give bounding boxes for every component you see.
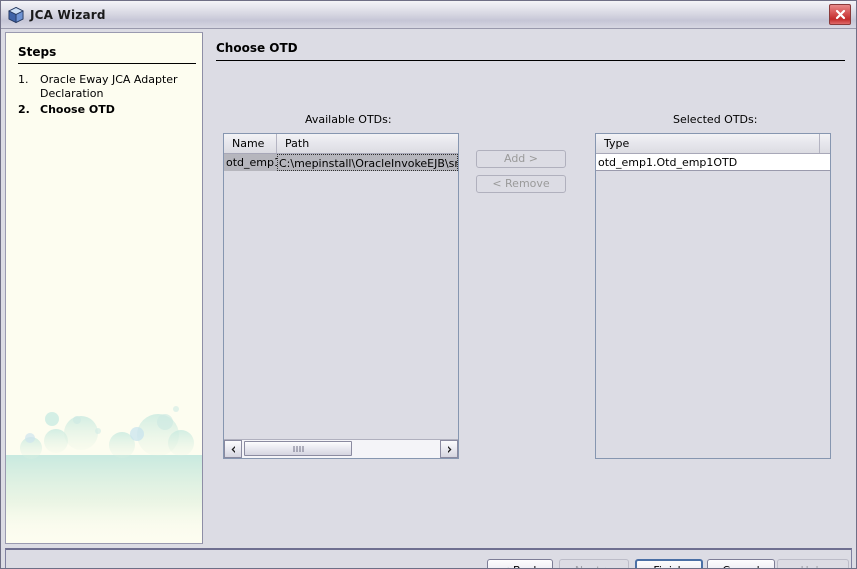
step-label: Oracle Eway JCA Adapter Declaration bbox=[40, 73, 178, 100]
cell-path[interactable]: C:\mepinstall\OracleInvokeEJB\src\ja bbox=[277, 154, 458, 171]
back-button[interactable]: < Back bbox=[487, 559, 553, 568]
selected-otds-table[interactable]: Type otd_emp1.Otd_emp1OTD bbox=[595, 133, 831, 459]
step-item-2: 2. Choose OTD bbox=[18, 103, 196, 117]
jca-wizard-window: JCA Wizard Steps 1. Oracle Eway JCA Adap… bbox=[0, 0, 857, 569]
step-label: Choose OTD bbox=[40, 103, 115, 116]
cell-name[interactable]: otd_emp1 bbox=[224, 154, 277, 171]
page-title: Choose OTD bbox=[216, 41, 298, 55]
title-bar: JCA Wizard bbox=[1, 1, 856, 29]
chevron-right-glyph bbox=[447, 445, 451, 453]
scrollbar-track[interactable] bbox=[242, 440, 440, 458]
column-header-type[interactable]: Type bbox=[596, 134, 820, 153]
column-header-path[interactable]: Path bbox=[277, 134, 458, 153]
steps-divider bbox=[18, 63, 196, 64]
scrollbar-thumb[interactable] bbox=[244, 441, 352, 456]
chevron-left-icon[interactable] bbox=[224, 440, 242, 458]
page-title-divider bbox=[216, 60, 845, 61]
available-otds-table[interactable]: Name Path otd_emp1 C:\mepinstall\OracleI… bbox=[223, 133, 459, 459]
cancel-button[interactable]: Cancel bbox=[707, 559, 775, 568]
close-glyph bbox=[835, 9, 845, 20]
step-number: 1. bbox=[18, 73, 29, 86]
horizontal-scrollbar[interactable] bbox=[224, 439, 458, 458]
chevron-right-icon[interactable] bbox=[440, 440, 458, 458]
column-header-spacer bbox=[820, 134, 830, 153]
available-otds-label: Available OTDs: bbox=[305, 113, 392, 126]
steps-list: 1. Oracle Eway JCA Adapter Declaration 2… bbox=[18, 73, 196, 119]
cube-icon bbox=[8, 6, 24, 23]
chevron-left-glyph bbox=[231, 445, 235, 453]
decorative-bubbles-graphic bbox=[6, 406, 202, 543]
dialog-button-bar: < Back Next > Finish Cancel Help bbox=[5, 548, 852, 568]
finish-button[interactable]: Finish bbox=[635, 559, 703, 568]
close-icon[interactable] bbox=[829, 4, 851, 25]
remove-button[interactable]: < Remove bbox=[476, 175, 566, 193]
content-panel: Choose OTD Available OTDs: Selected OTDs… bbox=[205, 32, 852, 544]
help-button[interactable]: Help bbox=[777, 559, 849, 568]
table-empty-area bbox=[224, 171, 458, 438]
selected-list-item[interactable]: otd_emp1.Otd_emp1OTD bbox=[596, 154, 830, 171]
dialog-body: Steps 1. Oracle Eway JCA Adapter Declara… bbox=[1, 29, 856, 568]
add-button[interactable]: Add > bbox=[476, 150, 566, 168]
step-item-1: 1. Oracle Eway JCA Adapter Declaration bbox=[18, 73, 196, 101]
table-row[interactable]: otd_emp1 C:\mepinstall\OracleInvokeEJB\s… bbox=[224, 154, 458, 171]
steps-panel: Steps 1. Oracle Eway JCA Adapter Declara… bbox=[5, 32, 203, 544]
table-header-row: Name Path bbox=[224, 134, 458, 154]
grip-icon bbox=[293, 445, 304, 452]
next-button[interactable]: Next > bbox=[559, 559, 629, 568]
steps-heading: Steps bbox=[18, 45, 57, 59]
column-header-name[interactable]: Name bbox=[224, 134, 277, 153]
selected-header-row: Type bbox=[596, 134, 830, 154]
selected-otds-label: Selected OTDs: bbox=[673, 113, 758, 126]
step-number: 2. bbox=[18, 103, 30, 116]
window-title: JCA Wizard bbox=[30, 7, 106, 22]
